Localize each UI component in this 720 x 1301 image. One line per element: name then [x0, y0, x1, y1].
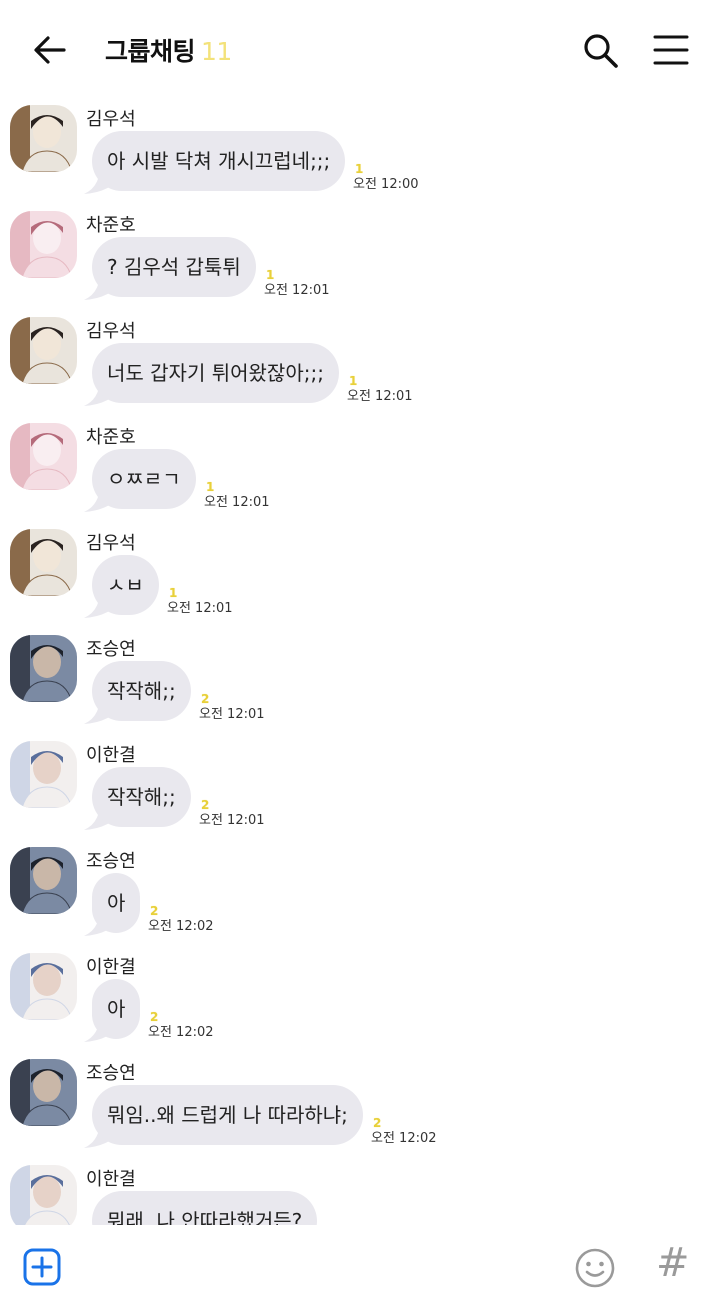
member-count: 11	[201, 37, 232, 66]
message-bubble[interactable]: 아	[92, 873, 141, 933]
message-time: 오전 12:01	[264, 283, 330, 298]
message-meta: 2 오전 12:02	[148, 1010, 214, 1042]
message-time: 오전 12:01	[199, 813, 265, 828]
unread-count: 2	[150, 904, 159, 918]
chat-header: 그룹채팅 11	[0, 0, 720, 100]
avatar[interactable]	[10, 317, 77, 384]
message-bubble[interactable]: 작작해;;	[92, 767, 191, 827]
avatar[interactable]	[10, 741, 77, 808]
message-row: 김우석 너도 갑자기 튀어왔잖아;;; 1 오전 12:01	[0, 312, 720, 418]
message-meta: 2 오전 12:02	[148, 904, 214, 936]
message-row: 이한결 아 2 오전 12:02	[0, 948, 720, 1054]
sender-name: 김우석	[86, 109, 136, 130]
unread-count: 2	[150, 1010, 159, 1024]
avatar[interactable]	[10, 847, 77, 914]
hashtag-button[interactable]: #	[656, 1240, 690, 1286]
unread-count: 2	[201, 692, 210, 706]
message-time: 오전 12:01	[167, 601, 233, 616]
unread-count: 1	[206, 480, 215, 494]
chat-title: 그룹채팅 11	[105, 32, 232, 68]
sender-name: 조승연	[86, 1063, 136, 1084]
message-bubble[interactable]: ㅅㅂ	[92, 555, 159, 615]
message-row: 김우석 ㅅㅂ 1 오전 12:01	[0, 524, 720, 630]
unread-count: 2	[373, 1116, 382, 1130]
message-row: 김우석 아 시발 닥쳐 개시끄럽네;;; 1 오전 12:00	[0, 100, 720, 206]
message-row: 조승연 작작해;; 2 오전 12:01	[0, 630, 720, 736]
hamburger-menu-icon	[653, 35, 689, 65]
message-time: 오전 12:02	[148, 919, 214, 934]
message-time: 오전 12:01	[199, 707, 265, 722]
message-time: 오전 12:00	[353, 177, 419, 192]
sender-name: 조승연	[86, 851, 136, 872]
message-row: 이한결 작작해;; 2 오전 12:01	[0, 736, 720, 842]
message-meta: 1 오전 12:01	[264, 268, 330, 300]
menu-button[interactable]	[652, 32, 690, 68]
plus-square-icon	[23, 1248, 61, 1286]
message-bubble[interactable]: 뭐임..왜 드럽게 나 따라하냐;	[92, 1085, 363, 1145]
message-bubble[interactable]: 뭐래, 나 안따라했거든?	[92, 1191, 318, 1225]
attach-button[interactable]	[22, 1247, 62, 1287]
unread-count: 2	[201, 798, 210, 812]
avatar[interactable]	[10, 1059, 77, 1126]
unread-count: 1	[169, 586, 178, 600]
message-row: 차준호 ㅇㅉㄹㄱ 1 오전 12:01	[0, 418, 720, 524]
chat-title-text: 그룹채팅	[105, 37, 196, 66]
hashtag-icon: #	[656, 1240, 690, 1286]
message-time: 오전 12:02	[148, 1025, 214, 1040]
message-bubble[interactable]: ㅇㅉㄹㄱ	[92, 449, 196, 509]
message-time: 오전 12:01	[204, 495, 270, 510]
message-bubble[interactable]: ? 김우석 갑툭튀	[92, 237, 256, 297]
avatar[interactable]	[10, 953, 77, 1020]
avatar[interactable]	[10, 423, 77, 490]
message-row: 이한결 뭐래, 나 안따라했거든?	[0, 1160, 720, 1225]
message-meta: 2 오전 12:02	[371, 1116, 437, 1148]
message-bubble[interactable]: 작작해;;	[92, 661, 191, 721]
message-meta: 2 오전 12:01	[199, 798, 265, 830]
avatar[interactable]	[10, 211, 77, 278]
emoji-button[interactable]	[574, 1247, 616, 1289]
message-row: 조승연 아 2 오전 12:02	[0, 842, 720, 948]
unread-count: 1	[266, 268, 275, 282]
message-meta: 1 오전 12:01	[167, 586, 233, 618]
search-icon	[584, 34, 618, 68]
arrow-left-icon	[34, 36, 66, 64]
sender-name: 이한결	[86, 957, 136, 978]
sender-name: 이한결	[86, 745, 136, 766]
sender-name: 김우석	[86, 533, 136, 554]
unread-count: 1	[349, 374, 358, 388]
message-time: 오전 12:02	[371, 1131, 437, 1146]
message-meta: 1 오전 12:00	[353, 162, 419, 194]
input-bar: #	[0, 1225, 720, 1301]
message-bubble[interactable]: 너도 갑자기 튀어왔잖아;;;	[92, 343, 339, 403]
sender-name: 조승연	[86, 639, 136, 660]
sender-name: 이한결	[86, 1169, 136, 1190]
smiley-icon	[575, 1248, 615, 1288]
back-button[interactable]	[30, 30, 70, 70]
message-row: 조승연 뭐임..왜 드럽게 나 따라하냐; 2 오전 12:02	[0, 1054, 720, 1160]
message-row: 차준호? 김우석 갑툭튀 1 오전 12:01	[0, 206, 720, 312]
sender-name: 차준호	[86, 215, 136, 236]
search-button[interactable]	[580, 30, 620, 70]
message-meta: 2 오전 12:01	[199, 692, 265, 724]
avatar[interactable]	[10, 635, 77, 702]
message-bubble[interactable]: 아 시발 닥쳐 개시끄럽네;;;	[92, 131, 346, 191]
unread-count: 1	[355, 162, 364, 176]
avatar[interactable]	[10, 105, 77, 172]
message-list[interactable]: 김우석 아 시발 닥쳐 개시끄럽네;;; 1 오전 12:00 차준호? 김우석 갑툭튀…	[0, 100, 720, 1225]
message-meta: 1 오전 12:01	[347, 374, 413, 406]
avatar[interactable]	[10, 529, 77, 596]
message-bubble[interactable]: 아	[92, 979, 141, 1039]
message-time: 오전 12:01	[347, 389, 413, 404]
sender-name: 김우석	[86, 321, 136, 342]
message-meta: 1 오전 12:01	[204, 480, 270, 512]
avatar[interactable]	[10, 1165, 77, 1225]
sender-name: 차준호	[86, 427, 136, 448]
